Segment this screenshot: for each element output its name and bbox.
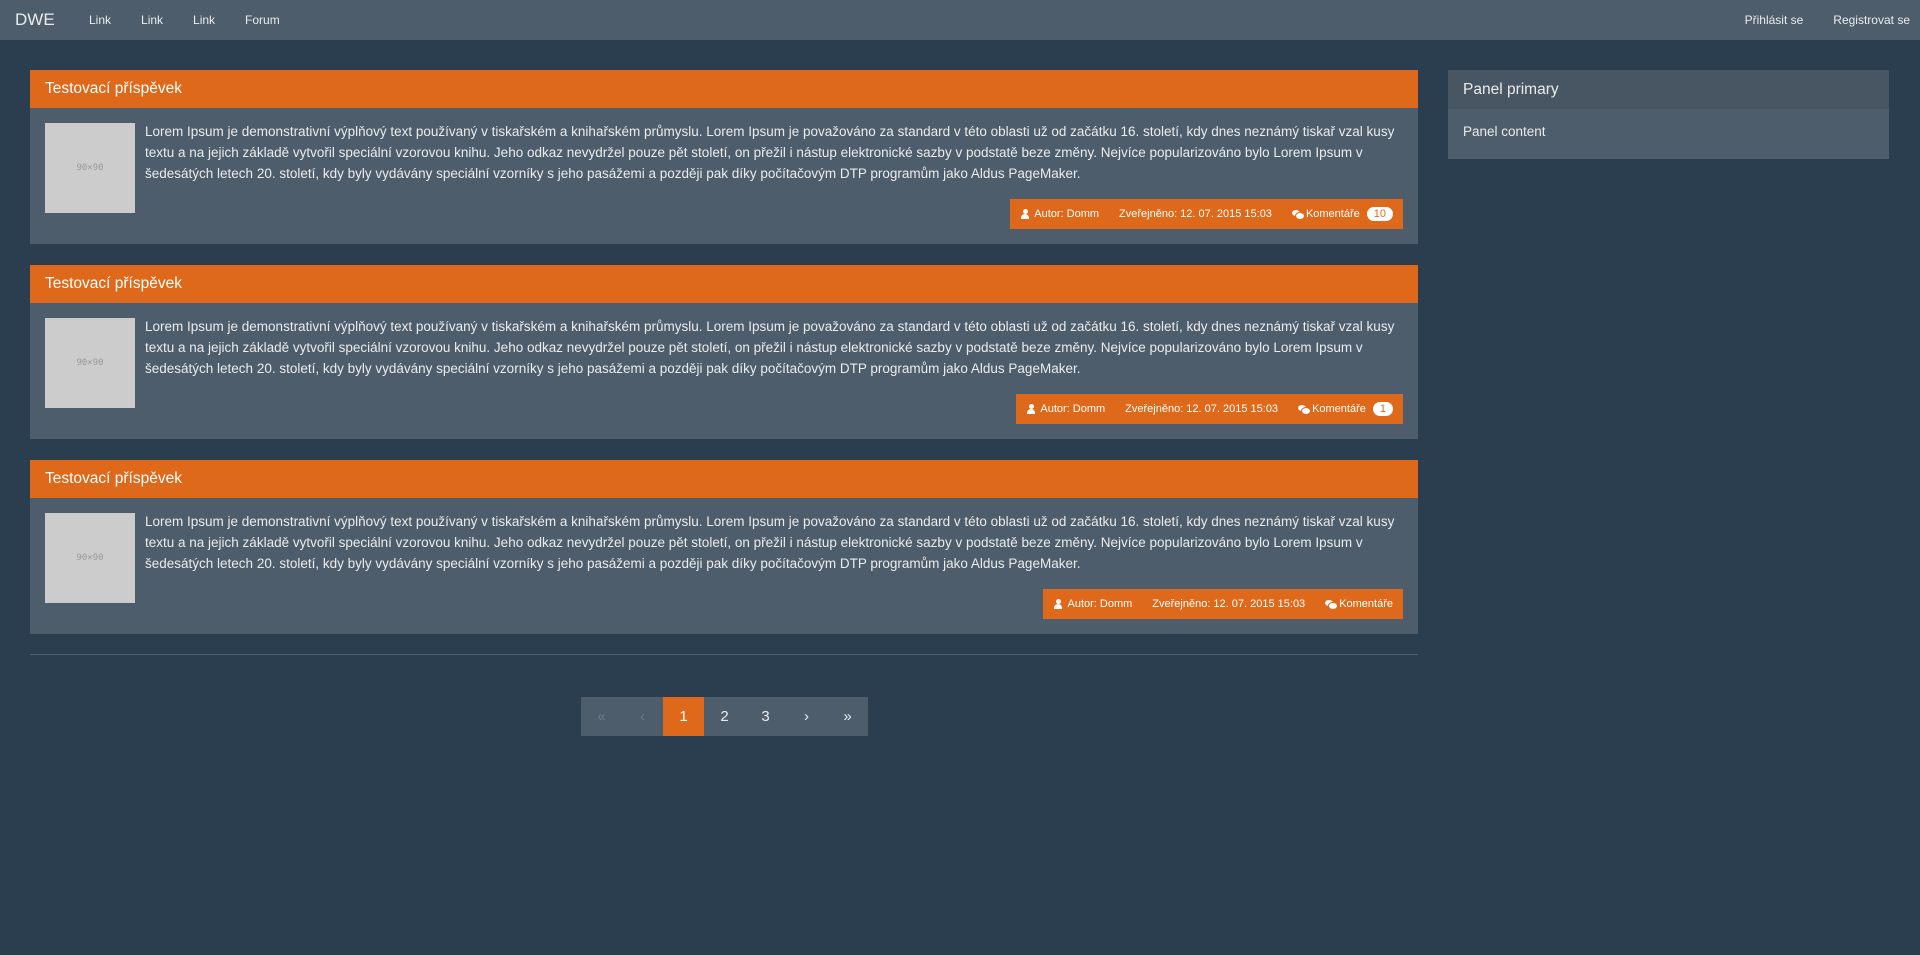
divider <box>30 654 1418 655</box>
pagination-page-1[interactable]: 1 <box>663 697 704 736</box>
post-body: 90×90 Lorem Ipsum je demonstrativní výpl… <box>30 498 1418 634</box>
post-body: 90×90 Lorem Ipsum je demonstrativní výpl… <box>30 303 1418 439</box>
post-author-label: Autor: Domm <box>1067 598 1133 610</box>
post-comments-button[interactable]: Komentáře 1 <box>1288 394 1403 424</box>
post-author: Autor: Domm <box>1016 403 1115 415</box>
nav-link-3[interactable]: Link <box>178 0 230 40</box>
comment-icon <box>1325 599 1339 610</box>
brand-logo[interactable]: DWE <box>15 10 89 30</box>
post-card: Testovací příspěvek 90×90 Lorem Ipsum je… <box>30 70 1418 244</box>
pagination: « ‹ 1 2 3 › » <box>581 697 868 736</box>
panel-content: Panel content <box>1463 124 1546 139</box>
post-card: Testovací příspěvek 90×90 Lorem Ipsum je… <box>30 460 1418 634</box>
posts-list: Testovací příspěvek 90×90 Lorem Ipsum je… <box>30 70 1418 655</box>
post-date: Zveřejněno: 12. 07. 2015 15:03 <box>1125 403 1279 415</box>
post-title[interactable]: Testovací příspěvek <box>30 265 1418 303</box>
login-link[interactable]: Přihlásit se <box>1730 0 1819 40</box>
nav-auth-links: Přihlásit se Registrovat se <box>1730 0 1920 40</box>
post-comments-label: Komentáře <box>1312 403 1366 415</box>
side-panel: Panel primary Panel content <box>1448 70 1889 159</box>
post-comments-label: Komentáře <box>1339 598 1393 610</box>
nav-link-forum[interactable]: Forum <box>230 0 295 40</box>
post-date: Zveřejněno: 12. 07. 2015 15:03 <box>1119 208 1272 220</box>
user-icon <box>1026 404 1036 414</box>
nav-link-2[interactable]: Link <box>126 0 178 40</box>
user-icon <box>1020 209 1030 219</box>
pagination-page-3[interactable]: 3 <box>745 697 786 736</box>
post-author-label: Autor: Domm <box>1040 403 1106 415</box>
nav-link-1[interactable]: Link <box>89 0 126 40</box>
post-meta: Autor: Domm Zveřejněno: 12. 07. 2015 15:… <box>1010 199 1403 229</box>
post-date: Zveřejněno: 12. 07. 2015 15:03 <box>1152 598 1306 610</box>
pagination-prev[interactable]: ‹ <box>622 697 663 736</box>
post-title[interactable]: Testovací příspěvek <box>30 70 1418 108</box>
pagination-last[interactable]: » <box>827 697 868 736</box>
pagination-first[interactable]: « <box>581 697 622 736</box>
comments-count-badge: 10 <box>1366 207 1393 221</box>
pagination-page-2[interactable]: 2 <box>704 697 745 736</box>
comment-icon <box>1291 209 1305 220</box>
pagination-next[interactable]: › <box>786 697 827 736</box>
post-meta: Autor: Domm Zveřejněno: 12. 07. 2015 15:… <box>1043 589 1403 619</box>
comment-icon <box>1298 404 1312 415</box>
post-author-label: Autor: Domm <box>1034 208 1100 220</box>
post-thumbnail: 90×90 <box>45 123 135 213</box>
post-comments-label: Komentáře <box>1305 208 1360 220</box>
post-meta: Autor: Domm Zveřejněno: 12. 07. 2015 15:… <box>1016 394 1403 424</box>
post-author: Autor: Domm <box>1010 208 1109 220</box>
post-comments-button[interactable]: Komentáře 10 <box>1281 199 1403 229</box>
nav-links: Link Link Link Forum <box>89 0 295 40</box>
post-thumbnail: 90×90 <box>45 318 135 408</box>
post-comments-button[interactable]: Komentáře <box>1315 589 1403 619</box>
post-title[interactable]: Testovací příspěvek <box>30 460 1418 498</box>
comments-count-badge: 1 <box>1372 402 1393 416</box>
user-icon <box>1053 599 1063 609</box>
panel-title: Panel primary <box>1448 70 1889 109</box>
post-thumbnail: 90×90 <box>45 513 135 603</box>
post-body: 90×90 Lorem Ipsum je demonstrativní výpl… <box>30 108 1418 244</box>
post-author: Autor: Domm <box>1043 598 1142 610</box>
navbar: DWE Link Link Link Forum Přihlásit se Re… <box>0 0 1920 40</box>
post-card: Testovací příspěvek 90×90 Lorem Ipsum je… <box>30 265 1418 439</box>
register-link[interactable]: Registrovat se <box>1818 0 1920 40</box>
